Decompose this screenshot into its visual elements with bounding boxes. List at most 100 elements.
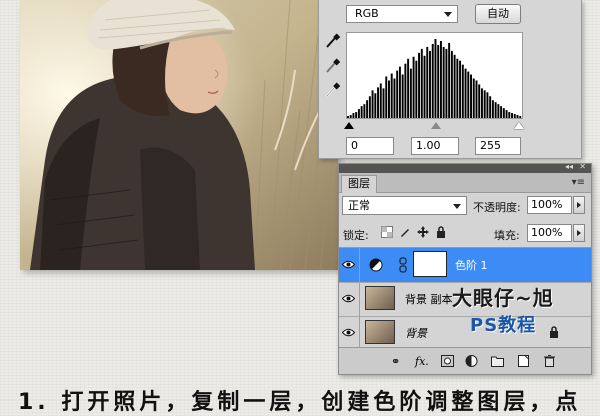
- close-icon[interactable]: ✕: [579, 162, 586, 171]
- histogram-bar: [448, 42, 451, 119]
- histogram-bar: [377, 87, 380, 118]
- opacity-stepper[interactable]: [573, 196, 585, 214]
- chevron-down-icon: [453, 204, 461, 209]
- histogram-bar: [374, 93, 377, 118]
- histogram-bar: [396, 70, 399, 118]
- layer-name[interactable]: 色阶 1: [455, 257, 488, 273]
- black-point-handle[interactable]: [344, 122, 354, 129]
- lock-all-icon[interactable]: [435, 226, 447, 238]
- histogram-bar: [382, 88, 385, 119]
- white-point-handle[interactable]: [514, 122, 524, 129]
- lock-paint-icon[interactable]: [399, 226, 411, 238]
- auto-button[interactable]: 自动: [475, 4, 521, 24]
- histogram-bar: [511, 113, 513, 118]
- histogram-bar: [453, 54, 456, 118]
- new-layer-icon[interactable]: [517, 355, 530, 367]
- new-adjustment-layer-icon[interactable]: [465, 355, 478, 367]
- watermark-line2: PS教程: [470, 315, 537, 336]
- histogram-bar: [434, 39, 437, 118]
- opacity-field[interactable]: 100%: [527, 196, 572, 214]
- histogram-bar: [508, 112, 511, 118]
- collapse-icon[interactable]: ◂◂: [565, 162, 573, 171]
- histogram-bar: [502, 108, 505, 119]
- histogram-bar: [379, 83, 382, 118]
- white-eyedropper-icon[interactable]: [323, 82, 341, 98]
- histogram-bar: [385, 76, 388, 118]
- histogram-bar: [439, 40, 442, 119]
- histogram-bar: [478, 84, 481, 118]
- histogram-bar: [388, 80, 390, 118]
- histogram-bar: [371, 90, 374, 118]
- histogram-bar: [480, 88, 483, 119]
- fill-label: 填充:: [494, 229, 520, 242]
- histogram-bar: [355, 112, 358, 118]
- histogram-bar: [352, 113, 355, 118]
- tab-layers[interactable]: 图层: [341, 175, 377, 193]
- histogram-bar: [445, 48, 448, 119]
- lock-move-icon[interactable]: [417, 226, 429, 238]
- layer-mask-thumbnail[interactable]: [413, 251, 447, 277]
- black-eyedropper-icon[interactable]: [323, 33, 341, 49]
- layer-row-levels[interactable]: 色阶 1: [339, 248, 591, 283]
- histogram-bar: [505, 110, 508, 118]
- photo-preview: [20, 0, 338, 270]
- histogram-bar: [426, 46, 429, 118]
- link-layers-icon[interactable]: ⚭: [391, 355, 404, 368]
- histogram-bar: [368, 96, 371, 118]
- histogram-bar: [349, 115, 352, 118]
- new-group-icon[interactable]: [491, 355, 504, 367]
- layer-thumbnail: [365, 286, 395, 310]
- trash-icon[interactable]: [543, 355, 556, 367]
- adjustment-layer-icon: [369, 258, 383, 272]
- histogram: [346, 32, 523, 119]
- gray-eyedropper-icon[interactable]: [323, 58, 341, 74]
- lock-transparent-icon[interactable]: [381, 226, 393, 238]
- histogram-bar: [407, 58, 410, 118]
- layer-name[interactable]: 背景: [405, 325, 427, 341]
- histogram-bar: [415, 60, 418, 118]
- channel-value: RGB: [355, 7, 379, 20]
- watermark: 大眼仔~旭 PS教程: [452, 282, 554, 337]
- histogram-bar: [491, 100, 494, 118]
- gamma-handle[interactable]: [431, 122, 441, 129]
- layer-style-icon[interactable]: fx.: [415, 355, 429, 368]
- eye-icon: [342, 294, 355, 303]
- channel-select[interactable]: RGB: [346, 5, 458, 23]
- histogram-bar: [423, 55, 426, 118]
- histogram-bar: [486, 92, 489, 119]
- visibility-toggle[interactable]: [339, 316, 360, 350]
- histogram-bar: [401, 74, 404, 118]
- histogram-bar: [475, 80, 478, 118]
- histogram-bar: [497, 104, 500, 118]
- histogram-bar: [412, 56, 415, 118]
- histogram-bar: [442, 46, 445, 118]
- panel-topbar: ◂◂ ✕: [339, 162, 591, 173]
- histogram-bar: [467, 71, 470, 118]
- visibility-toggle[interactable]: [339, 282, 360, 316]
- panel-tab-row: 图层 ▾≡: [339, 173, 591, 193]
- histogram-bar: [409, 68, 412, 119]
- histogram-bar: [429, 50, 431, 118]
- add-mask-icon[interactable]: [441, 355, 454, 367]
- histogram-bar: [366, 100, 369, 118]
- input-white-field[interactable]: 255: [475, 137, 521, 155]
- blend-mode-value: 正常: [348, 199, 370, 212]
- input-black-field[interactable]: 0: [346, 137, 394, 155]
- fill-field[interactable]: 100%: [527, 224, 572, 242]
- blend-mode-select[interactable]: 正常: [342, 196, 467, 215]
- lock-label: 锁定:: [343, 229, 369, 242]
- histogram-bar: [489, 96, 492, 118]
- histogram-bar: [519, 116, 522, 119]
- histogram-bar: [398, 66, 401, 118]
- input-gamma-field[interactable]: 1.00: [411, 137, 459, 155]
- panel-menu-icon[interactable]: ▾≡: [572, 177, 585, 188]
- histogram-bar: [456, 58, 459, 118]
- histogram-bar: [360, 106, 363, 118]
- chain-link-icon[interactable]: [399, 257, 407, 273]
- visibility-toggle[interactable]: [339, 248, 360, 282]
- fill-stepper[interactable]: [573, 224, 585, 242]
- tutorial-caption: 1. 打开照片，复制一层，创建色阶调整图层，点: [18, 390, 582, 415]
- eye-icon: [342, 260, 355, 269]
- eye-icon: [342, 328, 355, 337]
- layer-name[interactable]: 背景 副本: [405, 291, 453, 307]
